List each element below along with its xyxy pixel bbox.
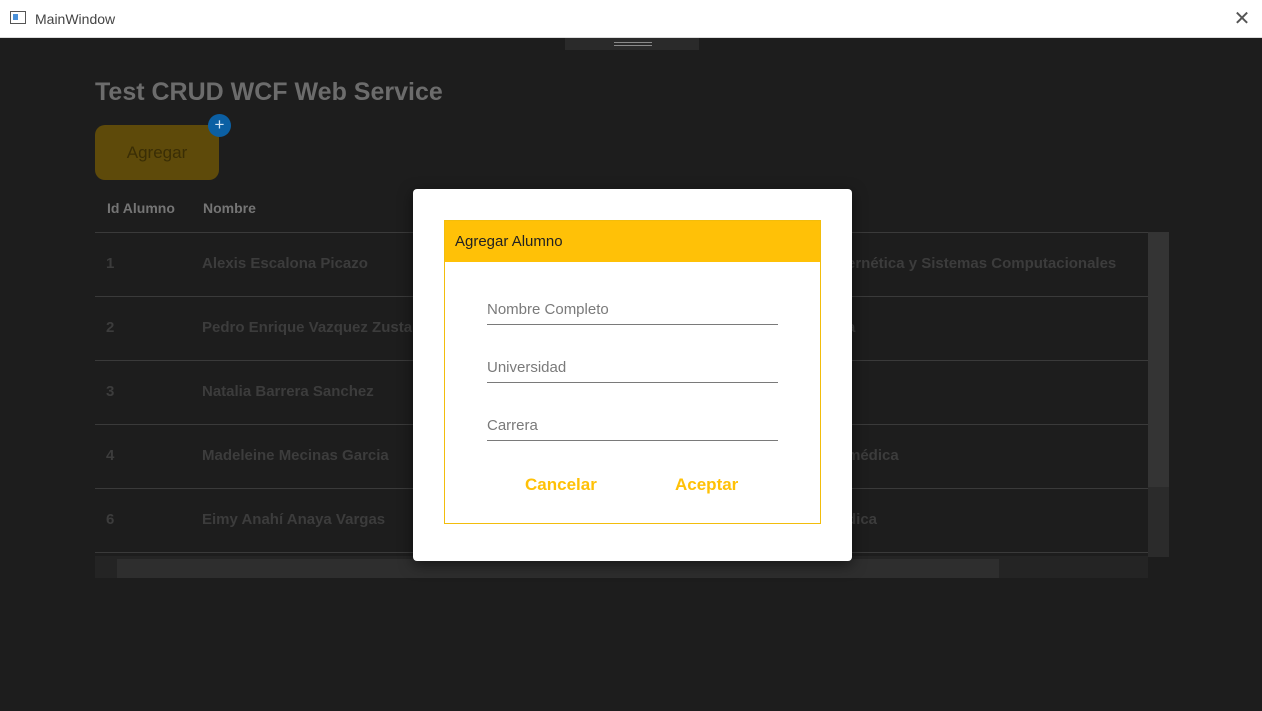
accept-button[interactable]: Aceptar: [675, 475, 738, 495]
universidad-field[interactable]: Universidad: [487, 352, 778, 383]
universidad-placeholder: Universidad: [487, 359, 567, 376]
add-student-dialog: Agregar Alumno Nombre Completo Universid…: [413, 189, 852, 561]
dialog-frame: Agregar Alumno Nombre Completo Universid…: [444, 220, 821, 524]
close-icon[interactable]: ✕: [1230, 6, 1254, 30]
window-titlebar: MainWindow ✕: [0, 0, 1262, 38]
window-title: MainWindow: [35, 11, 116, 27]
nombre-completo-field[interactable]: Nombre Completo: [487, 294, 778, 325]
dialog-header: Agregar Alumno: [445, 221, 820, 262]
carrera-field[interactable]: Carrera: [487, 410, 778, 441]
carrera-placeholder: Carrera: [487, 417, 538, 434]
app-window-icon: [10, 11, 26, 24]
dialog-title: Agregar Alumno: [455, 233, 563, 250]
cancel-button[interactable]: Cancelar: [525, 475, 597, 495]
nombre-completo-placeholder: Nombre Completo: [487, 301, 609, 318]
